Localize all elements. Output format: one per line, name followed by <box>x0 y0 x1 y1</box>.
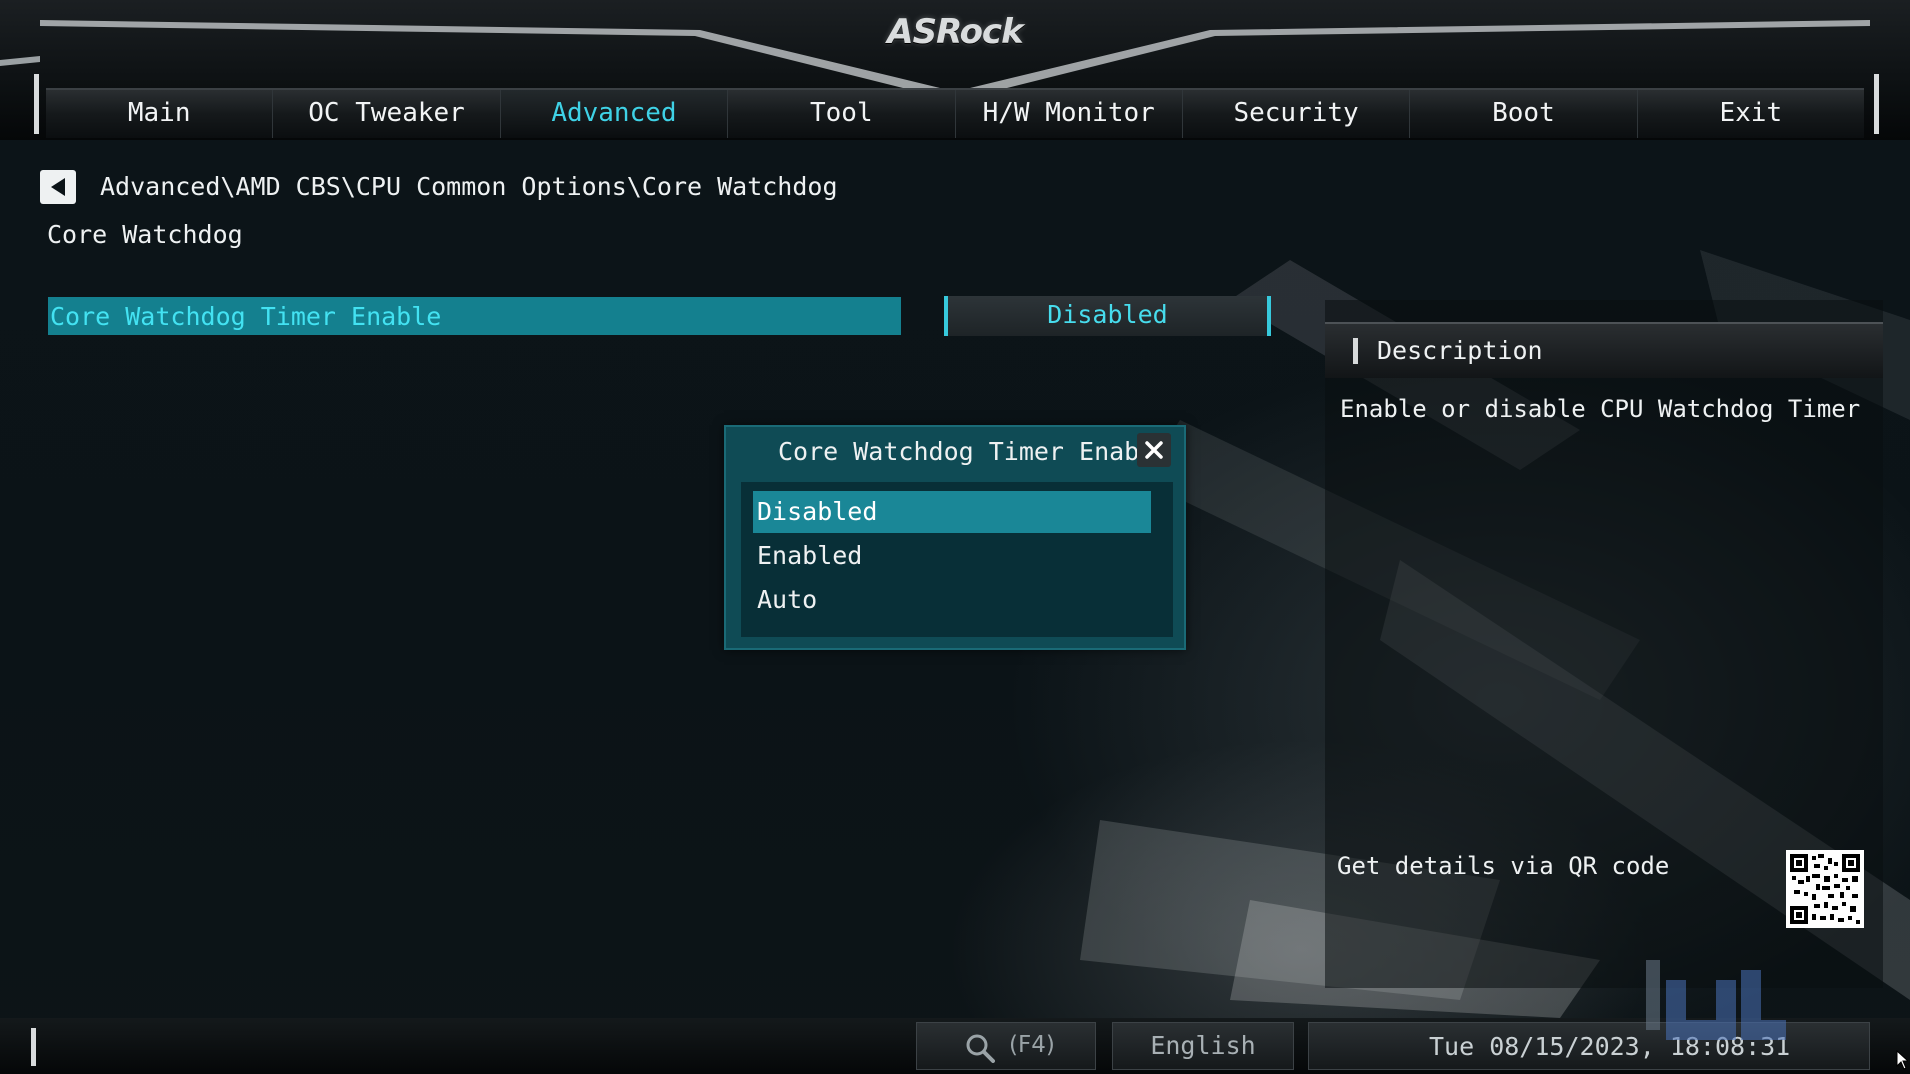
tab-tool[interactable]: Tool <box>728 90 956 138</box>
tab-advanced[interactable]: Advanced <box>500 90 729 138</box>
popup-title: Core Watchdog Timer Enable <box>778 437 1170 466</box>
back-arrow-icon <box>51 178 65 196</box>
qr-label: Get details via QR code <box>1337 852 1670 880</box>
tab-main[interactable]: Main <box>46 90 274 138</box>
back-button[interactable] <box>40 170 76 204</box>
mouse-cursor-icon <box>1896 1050 1908 1070</box>
tab-boot[interactable]: Boot <box>1410 90 1638 138</box>
description-text: Enable or disable CPU Watchdog Timer <box>1340 395 1861 423</box>
qr-code-icon <box>1786 850 1864 928</box>
tab-security[interactable]: Security <box>1183 90 1411 138</box>
option-enabled[interactable]: Enabled <box>753 535 1151 577</box>
tab-oc-tweaker[interactable]: OC Tweaker <box>273 90 501 138</box>
popup-option-list: Disabled Enabled Auto <box>741 482 1173 637</box>
bios-screen: ASRock Main OC Tweaker Advanced Tool H/W… <box>0 0 1910 1074</box>
option-auto[interactable]: Auto <box>753 579 1151 621</box>
footer-edge-left <box>31 1028 36 1066</box>
setting-label: Core Watchdog Timer Enable <box>50 302 442 331</box>
tab-exit[interactable]: Exit <box>1638 90 1864 138</box>
search-button[interactable]: (F4) <box>916 1022 1096 1070</box>
language-selector[interactable]: English <box>1112 1022 1294 1070</box>
nav-edge-right <box>1874 74 1879 134</box>
search-shortcut-label: (F4) <box>1009 1032 1055 1058</box>
main-nav: Main OC Tweaker Advanced Tool H/W Monito… <box>46 88 1864 138</box>
option-disabled[interactable]: Disabled <box>753 491 1151 533</box>
watermark-logo <box>1646 960 1786 1040</box>
description-title: Description <box>1377 336 1543 365</box>
close-icon <box>1145 441 1163 459</box>
option-popup: Core Watchdog Timer Enable Disabled Enab… <box>724 425 1186 650</box>
description-bar-icon <box>1353 338 1358 364</box>
description-header: Description <box>1325 322 1883 378</box>
popup-close-button[interactable] <box>1137 433 1171 467</box>
setting-row-core-watchdog[interactable]: Core Watchdog Timer Enable <box>48 297 901 335</box>
search-icon <box>966 1034 995 1063</box>
page-title: Core Watchdog <box>47 220 243 249</box>
asrock-logo: ASRock <box>887 12 1023 52</box>
tab-hw-monitor[interactable]: H/W Monitor <box>956 90 1183 138</box>
nav-edge-left <box>34 74 39 134</box>
setting-value-dropdown[interactable]: Disabled <box>944 296 1271 336</box>
breadcrumb: Advanced\AMD CBS\CPU Common Options\Core… <box>100 172 838 201</box>
